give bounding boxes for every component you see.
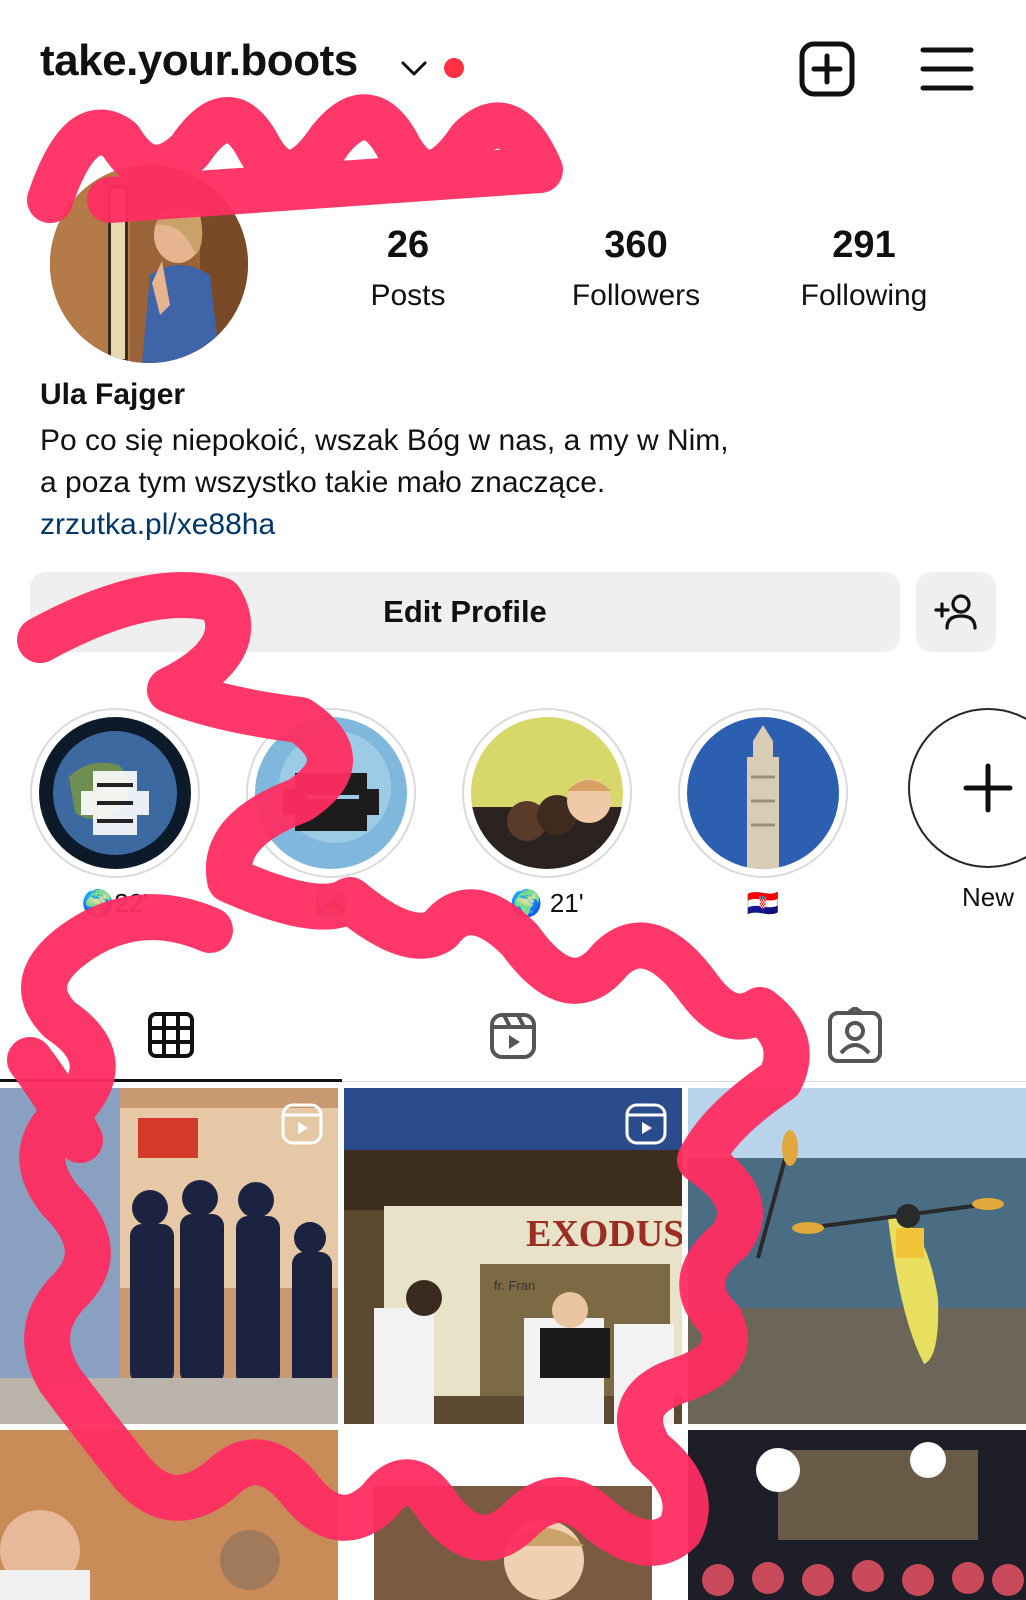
discover-people-button[interactable] xyxy=(916,572,996,652)
stat-posts[interactable]: 26 Posts xyxy=(308,224,508,313)
highlight-item[interactable]: 🇭🇷 xyxy=(678,708,848,922)
photo-caption-text: fr. Fran xyxy=(494,1278,535,1293)
grid-post[interactable] xyxy=(688,1430,1026,1600)
highlight-item[interactable]: 🌍 21' xyxy=(462,708,632,922)
person-plus-icon xyxy=(934,594,977,630)
menu-button[interactable] xyxy=(918,40,976,98)
highlight-cover xyxy=(471,717,623,869)
tab-tagged[interactable] xyxy=(684,990,1026,1082)
following-label: Following xyxy=(800,279,928,312)
followers-label: Followers xyxy=(571,279,701,312)
bio-line: Po co się niepokoić, wszak Bóg w nas, a … xyxy=(40,424,729,457)
highlight-label: 🌍22' xyxy=(81,888,149,918)
notification-dot xyxy=(444,58,464,78)
grid-post[interactable] xyxy=(688,1088,1026,1424)
highlight-cover xyxy=(255,717,407,869)
grid-post[interactable] xyxy=(0,1430,338,1600)
grid-icon xyxy=(148,1011,194,1058)
followers-count: 360 xyxy=(604,224,668,266)
grid-post[interactable] xyxy=(0,1088,338,1424)
stat-followers[interactable]: 360 Followers xyxy=(536,224,736,313)
chevron-down-icon[interactable] xyxy=(398,52,430,84)
highlight-cover xyxy=(687,717,839,869)
reel-icon xyxy=(624,1102,668,1151)
tab-grid[interactable] xyxy=(0,990,342,1082)
tagged-icon xyxy=(828,1007,882,1063)
reel-icon xyxy=(280,1102,324,1151)
following-count: 291 xyxy=(832,224,896,266)
new-post-button[interactable] xyxy=(798,40,856,98)
top-bar: take.your.boots xyxy=(0,0,1026,140)
username-title[interactable]: take.your.boots xyxy=(40,36,358,86)
profile-bio: Ula Fajger Po co się niepokoić, wszak Bó… xyxy=(40,378,940,546)
hamburger-menu-icon xyxy=(920,47,974,91)
highlight-label: 🏞️ xyxy=(314,888,348,918)
display-name: Ula Fajger xyxy=(40,378,186,411)
bio-line: a poza tym wszystko takie mało znaczące. xyxy=(40,466,606,499)
highlight-label: New xyxy=(961,882,1014,912)
plus-square-icon xyxy=(799,41,855,97)
grid-post[interactable]: EXODUS fr. Fran xyxy=(344,1088,682,1424)
reels-icon xyxy=(490,1013,536,1059)
plus-icon xyxy=(963,763,1013,813)
tab-reels[interactable] xyxy=(342,990,684,1082)
highlight-label: 🌍 21' xyxy=(510,888,584,918)
new-highlight-button[interactable]: New xyxy=(908,708,1026,916)
profile-tabs xyxy=(0,990,1026,1082)
highlight-item[interactable]: 🏞️ xyxy=(246,708,416,922)
highlight-cover xyxy=(39,717,191,869)
grid-post[interactable] xyxy=(344,1430,682,1600)
posts-count: 26 xyxy=(386,224,430,266)
exodus-banner-text: EXODUS xyxy=(526,1213,682,1255)
stat-following[interactable]: 291 Following xyxy=(764,224,964,313)
highlight-item[interactable]: 🌍22' xyxy=(30,708,200,922)
highlight-label: 🇭🇷 xyxy=(746,888,780,918)
bio-link[interactable]: zrzutka.pl/xe88ha xyxy=(40,504,940,546)
posts-label: Posts xyxy=(370,279,446,312)
edit-profile-button[interactable]: Edit Profile xyxy=(30,572,900,652)
profile-avatar[interactable] xyxy=(50,165,248,363)
